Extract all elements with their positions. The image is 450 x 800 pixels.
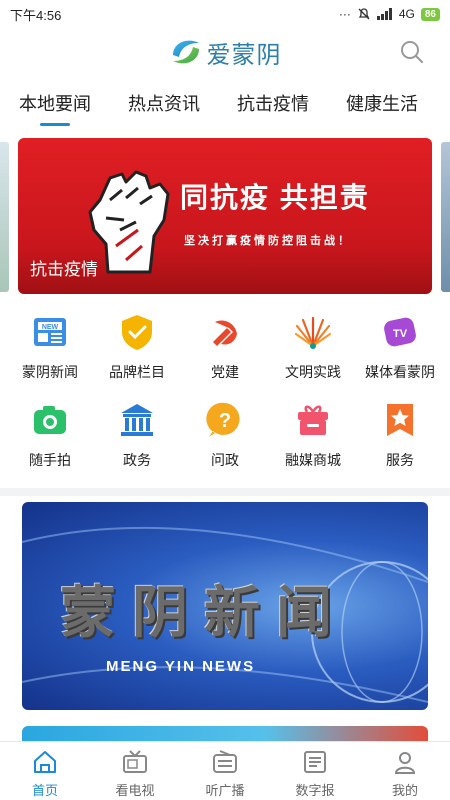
question-icon: ? <box>206 402 240 437</box>
tv-icon: TV <box>384 317 416 347</box>
nav-radio[interactable]: 听广播 <box>180 742 270 800</box>
svg-text:TV: TV <box>393 328 408 340</box>
nav-label: 看电视 <box>115 783 155 798</box>
banner-caption: 抗击疫情 <box>30 260 98 279</box>
nav-label: 数字报 <box>295 783 335 798</box>
grid-item-brand-column[interactable]: 品牌栏目 <box>92 312 182 392</box>
grid-item-service[interactable]: 服务 <box>355 400 445 480</box>
grid-label: 问政 <box>211 452 239 468</box>
fan-icon <box>294 316 332 349</box>
grid-label: 媒体看蒙阴 <box>365 364 435 380</box>
banner-carousel: 同抗疫 共担责 坚决打赢疫情防控阻击战！ 抗击疫情 <box>0 138 450 296</box>
nav-digital-paper[interactable]: 数字报 <box>270 742 360 800</box>
grid-label: 品牌栏目 <box>109 364 165 380</box>
search-icon[interactable] <box>398 38 426 66</box>
nav-home[interactable]: 首页 <box>0 742 90 800</box>
nav-watch-tv[interactable]: 看电视 <box>90 742 180 800</box>
gift-box-icon <box>298 405 328 435</box>
grid-item-inquiry[interactable]: ? 问政 <box>180 400 270 480</box>
more-dots-icon: ··· <box>338 7 351 21</box>
banner-slide[interactable]: 同抗疫 共担责 坚决打赢疫情防控阻击战！ 抗击疫情 <box>18 138 432 294</box>
mengyin-news-card[interactable]: 蒙阴新闻 MENG YIN NEWS <box>22 502 428 710</box>
party-emblem-icon <box>213 320 237 346</box>
banner-title: 同抗疫 共担责 <box>180 182 370 213</box>
camera-icon <box>34 406 66 434</box>
digital-paper-icon <box>304 751 326 773</box>
tab-healthy-life[interactable]: 健康生活 <box>346 82 418 126</box>
banner-subtitle: 坚决打赢疫情防控阻击战！ <box>184 235 352 247</box>
grid-item-mengyin-news[interactable]: NEW 蒙阴新闻 <box>5 312 95 392</box>
section-divider <box>0 488 450 496</box>
star-bookmark-icon <box>387 404 413 436</box>
shield-check-icon <box>122 315 152 350</box>
user-icon <box>394 752 416 774</box>
government-building-icon <box>121 404 153 436</box>
banner-next-peek[interactable] <box>441 142 450 292</box>
grid-label: 随手拍 <box>29 452 71 468</box>
grid-item-media-view[interactable]: TV 媒体看蒙阴 <box>355 312 445 392</box>
nav-mine[interactable]: 我的 <box>360 742 450 800</box>
function-grid: NEW 蒙阴新闻 品牌栏目 党建 文明实践 TV 媒体看蒙阴 随手拍 政务 ? … <box>0 312 450 482</box>
app-header: 爱蒙阴 <box>0 28 450 76</box>
tab-hot-news[interactable]: 热点资讯 <box>128 82 200 126</box>
status-time: 下午4:56 <box>10 7 62 23</box>
grid-label: 党建 <box>211 364 239 380</box>
grid-label: 融媒商城 <box>285 452 341 468</box>
category-tabs: 本地要闻 热点资讯 抗击疫情 健康生活 <box>0 82 450 126</box>
home-icon <box>34 751 56 773</box>
app-logo: 爱蒙阴 <box>169 35 282 70</box>
tab-fight-epidemic[interactable]: 抗击疫情 <box>237 82 309 126</box>
svg-text:?: ? <box>219 410 231 432</box>
grid-item-civilization-practice[interactable]: 文明实践 <box>268 312 358 392</box>
grid-item-snapshot[interactable]: 随手拍 <box>5 400 95 480</box>
signal-icon <box>376 8 392 20</box>
grid-label: 服务 <box>386 452 414 468</box>
radio-icon <box>213 750 237 773</box>
app-name: 爱蒙阴 <box>206 41 282 69</box>
nav-label: 我的 <box>391 783 418 798</box>
news-card-subtitle: MENG YIN NEWS <box>106 658 256 675</box>
network-type: 4G <box>398 7 415 21</box>
grid-item-media-mall[interactable]: 融媒商城 <box>268 400 358 480</box>
grid-label: 蒙阴新闻 <box>22 364 78 380</box>
svg-text:NEW: NEW <box>42 324 59 331</box>
banner-prev-peek[interactable] <box>0 142 9 292</box>
grid-label: 文明实践 <box>285 364 341 380</box>
grid-item-government-affairs[interactable]: 政务 <box>92 400 182 480</box>
tab-local-news[interactable]: 本地要闻 <box>19 82 91 126</box>
grid-item-party-building[interactable]: 党建 <box>180 312 270 392</box>
newspaper-icon: NEW <box>34 318 66 346</box>
bottom-nav: 首页 看电视 听广播 数字报 我的 <box>0 741 450 800</box>
grid-label: 政务 <box>123 452 151 468</box>
mute-bell-icon <box>358 8 370 20</box>
nav-label: 首页 <box>31 783 58 798</box>
status-icons: ··· 4G 86 <box>339 7 440 21</box>
nav-label: 听广播 <box>205 783 245 798</box>
battery-icon: 86 <box>420 7 440 21</box>
tv-icon <box>123 750 147 773</box>
news-card-title: 蒙阴新闻 <box>60 580 348 646</box>
logo-mark-icon <box>172 40 199 64</box>
status-bar: 下午4:56 ··· 4G 86 <box>0 0 450 28</box>
